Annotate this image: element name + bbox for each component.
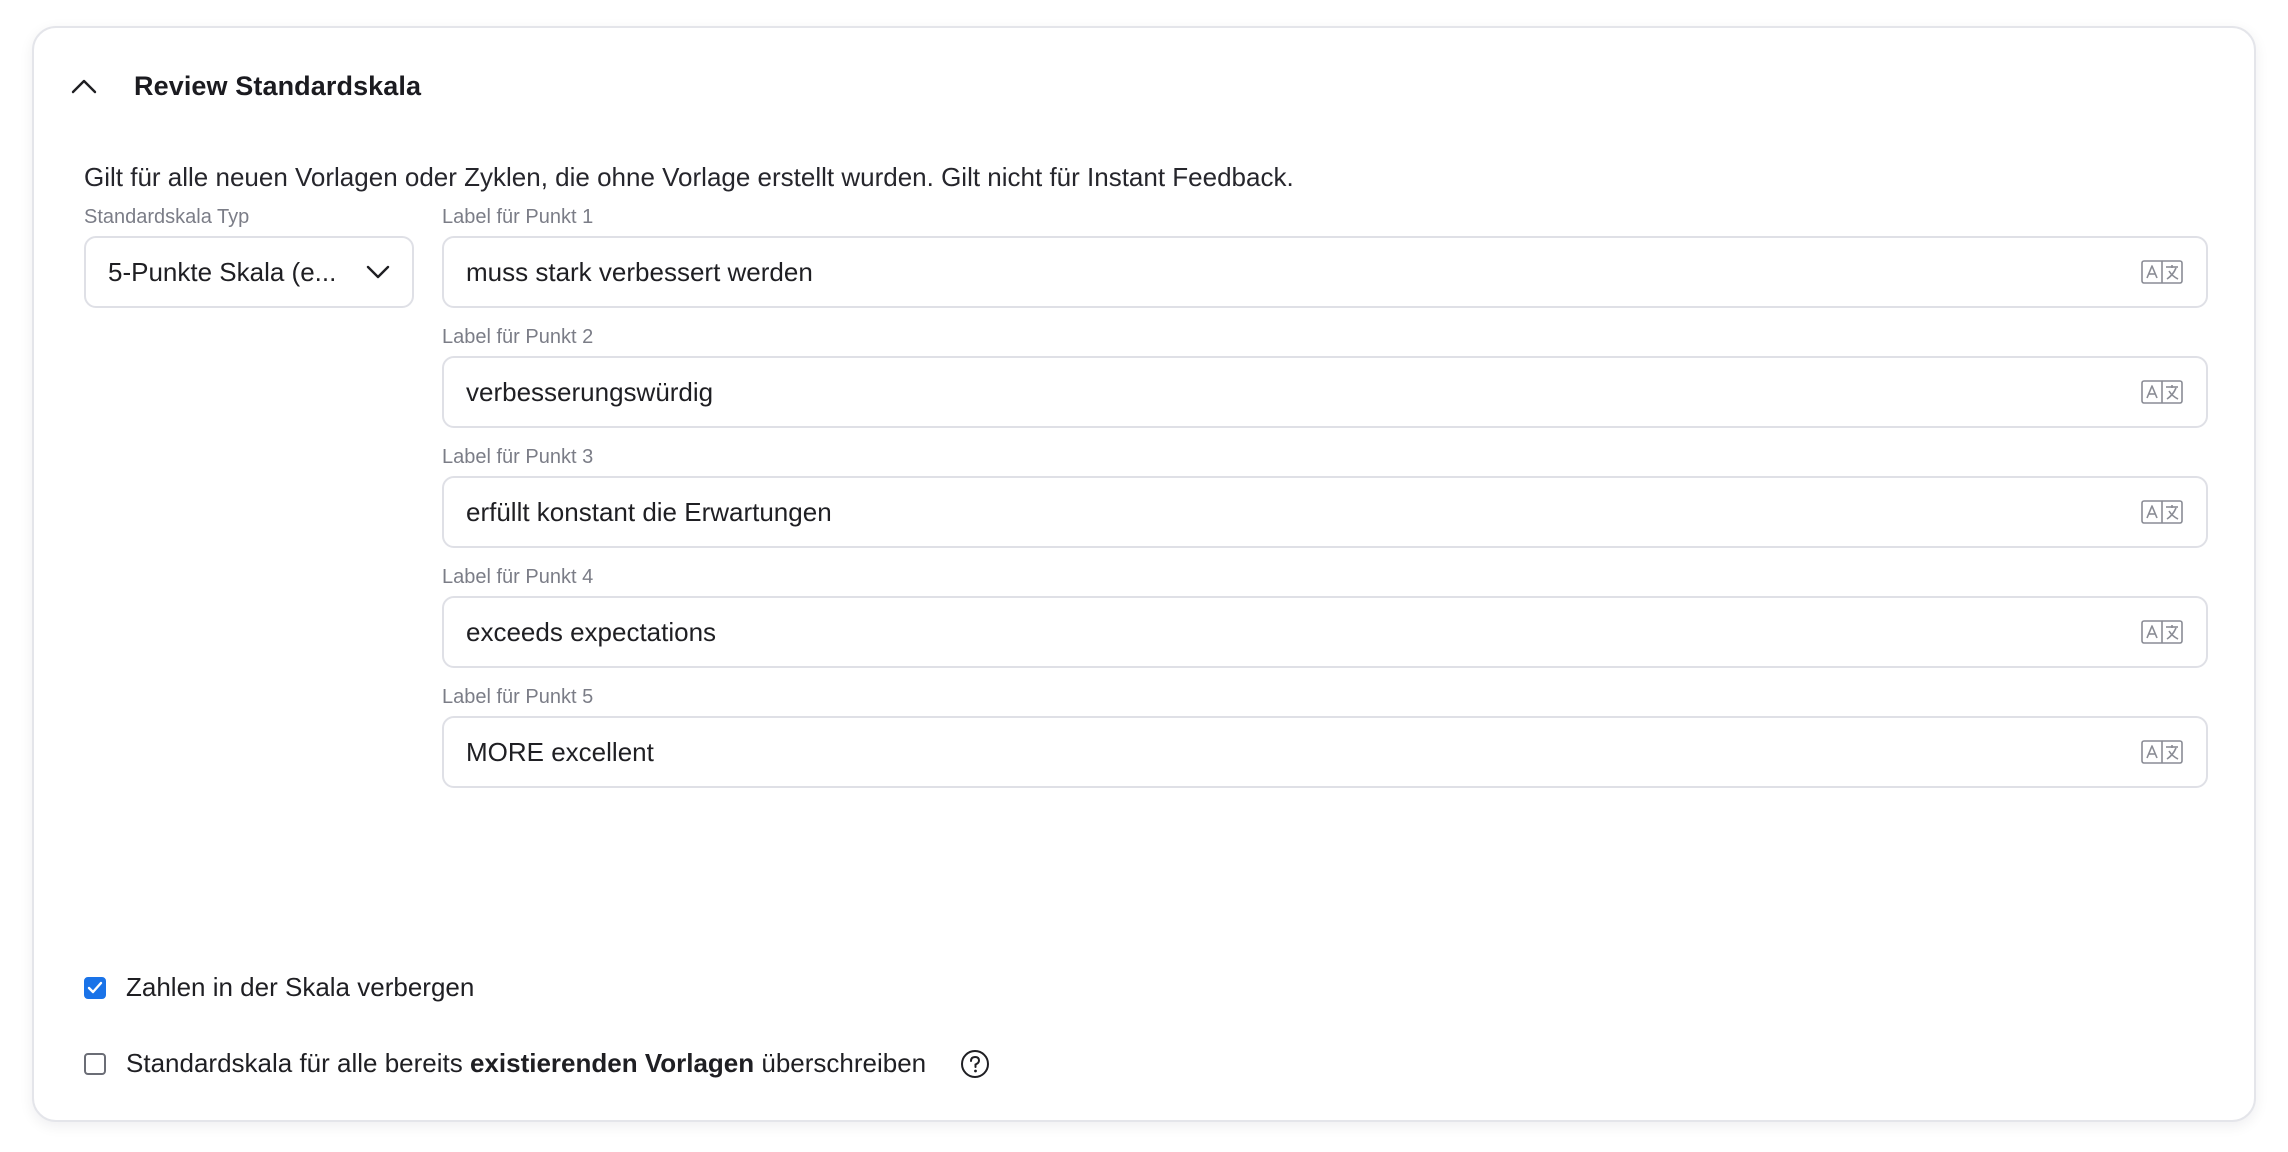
point-2-input[interactable] (466, 376, 2140, 408)
point-1-label: Label für Punkt 1 (442, 206, 594, 228)
section-header[interactable]: Review Standardskala (62, 62, 421, 110)
hide-numbers-checkbox[interactable] (84, 976, 106, 999)
overwrite-templates-option[interactable]: Standardskala für alle bereits existiere… (84, 1048, 990, 1079)
translate-icon[interactable] (2140, 376, 2184, 408)
translate-icon[interactable] (2140, 736, 2184, 768)
hide-numbers-label: Zahlen in der Skala verbergen (126, 972, 475, 1002)
point-4-input[interactable] (466, 616, 2140, 648)
point-3-input[interactable] (466, 496, 2140, 528)
point-5-input[interactable] (466, 736, 2140, 768)
overwrite-label-after: überschreiben (754, 1048, 927, 1078)
overwrite-label-bold: existierenden Vorlagen (469, 1048, 755, 1078)
help-icon[interactable] (960, 1049, 990, 1079)
point-1-field (442, 236, 2208, 308)
point-3-field (442, 476, 2208, 548)
section-description: Gilt für alle neuen Vorlagen oder Zyklen… (84, 162, 1294, 192)
translate-icon[interactable] (2140, 616, 2184, 648)
point-5-label: Label für Punkt 5 (442, 686, 594, 708)
scale-type-label: Standardskala Typ (84, 206, 250, 228)
scale-type-value: 5-Punkte Skala (e... (108, 256, 337, 287)
translate-icon[interactable] (2140, 496, 2184, 528)
point-1-input[interactable] (466, 256, 2140, 288)
chevron-down-icon (362, 256, 394, 288)
review-scale-card: Review Standardskala Gilt für alle neuen… (32, 26, 2256, 1122)
translate-icon[interactable] (2140, 256, 2184, 288)
section-title: Review Standardskala (134, 70, 422, 101)
chevron-up-icon[interactable] (62, 64, 106, 108)
check-icon (87, 981, 103, 993)
hide-numbers-option[interactable]: Zahlen in der Skala verbergen (84, 972, 474, 1003)
overwrite-label-before: Standardskala für alle bereits (126, 1048, 470, 1078)
point-4-label: Label für Punkt 4 (442, 566, 594, 588)
point-2-label: Label für Punkt 2 (442, 326, 594, 348)
point-5-field (442, 716, 2208, 788)
point-4-field (442, 596, 2208, 668)
overwrite-templates-label: Standardskala für alle bereits existiere… (126, 1048, 926, 1079)
point-2-field (442, 356, 2208, 428)
scale-type-select[interactable]: 5-Punkte Skala (e... (84, 236, 414, 308)
point-3-label: Label für Punkt 3 (442, 446, 594, 468)
overwrite-templates-checkbox[interactable] (84, 1052, 106, 1075)
